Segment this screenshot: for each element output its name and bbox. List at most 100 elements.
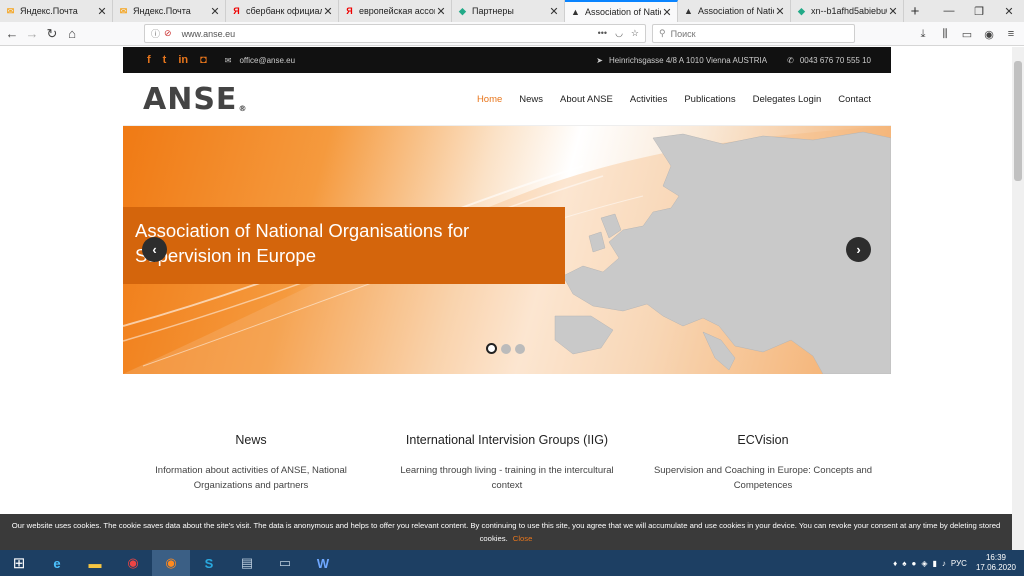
notepad-icon[interactable]: ▤ xyxy=(228,550,266,576)
close-icon[interactable]: ✕ xyxy=(887,5,899,18)
tab-6[interactable]: ▲ Association of Nation✕ xyxy=(678,0,791,22)
volume-icon[interactable]: ♪ xyxy=(942,559,946,568)
twitter-icon[interactable]: t xyxy=(163,54,167,66)
minimize-icon[interactable]: — xyxy=(934,0,964,22)
slider-dots xyxy=(486,343,525,354)
tray-app-icon[interactable]: ♠ xyxy=(902,559,906,568)
home-icon[interactable]: ⌂ xyxy=(62,24,82,44)
nav-delegates-login[interactable]: Delegates Login xyxy=(753,94,822,105)
slider-dot-3[interactable] xyxy=(515,343,525,354)
site-info-icon[interactable]: ⓘ xyxy=(151,27,160,40)
anse-logo[interactable]: ANSE ® xyxy=(143,82,247,117)
ie-icon[interactable]: e xyxy=(38,550,76,576)
pocket-icon[interactable]: ◡ xyxy=(615,28,623,39)
tab-1[interactable]: ✉ Яндекс.Почта ✕ xyxy=(113,0,226,22)
close-icon[interactable]: ✕ xyxy=(322,5,334,18)
maximize-icon[interactable]: ❐ xyxy=(964,0,994,22)
system-clock[interactable]: 16:39 17.06.2020 xyxy=(976,553,1016,573)
library-icon[interactable]: ⫼ xyxy=(936,24,954,44)
slider-next-button[interactable]: › xyxy=(846,237,871,262)
contact-phone: ✆ 0043 676 70 555 10 xyxy=(787,56,871,65)
reload-icon[interactable]: ↻ xyxy=(42,24,62,44)
nav-home[interactable]: Home xyxy=(477,94,502,105)
tab-4[interactable]: ◆ Партнеры ✕ xyxy=(452,0,565,22)
close-icon[interactable]: ✕ xyxy=(96,5,108,18)
close-window-icon[interactable]: ✕ xyxy=(994,0,1024,22)
tray-app-icon[interactable]: ♦ xyxy=(893,559,897,568)
search-input[interactable] xyxy=(670,28,831,39)
address-text: Heinrichsgasse 4/8 A 1010 Vienna AUSTRIA xyxy=(608,55,768,65)
feature-text: Supervision and Coaching in Europe: Conc… xyxy=(653,465,873,491)
network-icon[interactable]: ▮ xyxy=(933,559,937,568)
download-icon[interactable]: ⤓ xyxy=(914,24,932,44)
slider-prev-button[interactable]: ‹ xyxy=(142,237,167,262)
close-icon[interactable]: ✕ xyxy=(548,5,560,18)
phone-text: 0043 676 70 555 10 xyxy=(799,55,871,65)
yandex-mail-icon: ✉ xyxy=(6,5,15,16)
new-tab-button[interactable]: + xyxy=(904,0,926,22)
url-text[interactable]: www.anse.eu xyxy=(182,29,598,39)
facebook-icon[interactable]: f xyxy=(147,54,151,66)
nav-contact[interactable]: Contact xyxy=(838,94,871,105)
file-explorer-icon[interactable]: ▬ xyxy=(76,550,114,576)
cookie-close-link[interactable]: Close xyxy=(513,534,533,543)
word-icon[interactable]: W xyxy=(304,550,342,576)
tab-0[interactable]: ✉ Яндекс.Почта ✕ xyxy=(0,0,113,22)
close-icon[interactable]: ✕ xyxy=(209,5,221,18)
back-icon[interactable]: ← xyxy=(2,24,22,44)
tab-5[interactable]: ▲ Association of Nation✕ xyxy=(565,0,678,22)
nav-news[interactable]: News xyxy=(519,94,543,105)
firefox-icon[interactable]: ◉ xyxy=(152,550,190,576)
window-controls: — ❐ ✕ xyxy=(934,0,1024,22)
nav-publications[interactable]: Publications xyxy=(684,94,735,105)
clock-time: 16:39 xyxy=(985,553,1006,562)
linkedin-icon[interactable]: in xyxy=(178,54,188,66)
search-bar[interactable]: ⚲ xyxy=(652,24,855,43)
tab-label: европейская ассоци xyxy=(359,6,435,16)
sidebar-icon[interactable]: ▭ xyxy=(958,24,976,44)
window-app-icon[interactable]: ▭ xyxy=(266,550,304,576)
slider-dot-2[interactable] xyxy=(501,343,511,354)
page-actions-icon[interactable]: ••• xyxy=(598,28,607,39)
page-viewport: f t in ◘ ✉ office@anse.eu ➤ Heinrichsgas… xyxy=(0,47,1012,550)
chrome-icon[interactable]: ◉ xyxy=(114,550,152,576)
forward-icon[interactable]: → xyxy=(22,24,42,44)
tab-label: Партнеры xyxy=(472,6,514,16)
phone-icon: ✆ xyxy=(787,55,794,65)
site-header: ANSE ® Home News About ANSE Activities P… xyxy=(123,73,891,126)
tray-app-icon[interactable]: ◈ xyxy=(921,559,927,568)
registered-mark: ® xyxy=(238,103,248,113)
windows-taskbar: ⊞ e ▬ ◉ ◉ S ▤ ▭ W ♦ ♠ ● ◈ ▮ ♪ РУС 16:39 … xyxy=(0,550,1024,576)
address-bar[interactable]: ⓘ ⊘ www.anse.eu ••• ◡ ☆ xyxy=(144,24,646,43)
anse-icon: ▲ xyxy=(571,7,580,17)
feature-title[interactable]: News xyxy=(141,433,361,447)
skype-icon[interactable]: S xyxy=(190,550,228,576)
windows-start-icon[interactable]: ⊞ xyxy=(0,550,38,576)
close-icon[interactable]: ✕ xyxy=(661,6,673,19)
slider-dot-1[interactable] xyxy=(486,343,497,354)
scrollbar-thumb[interactable] xyxy=(1014,61,1022,181)
close-icon[interactable]: ✕ xyxy=(774,5,786,18)
feature-title[interactable]: ECVision xyxy=(653,433,873,447)
nav-activities[interactable]: Activities xyxy=(630,94,667,105)
page-scrollbar[interactable] xyxy=(1012,47,1024,550)
tab-7[interactable]: ◆ xn--b1afhd5abiebu0h✕ xyxy=(791,0,904,22)
instagram-icon[interactable]: ◘ xyxy=(200,54,207,66)
main-navigation: Home News About ANSE Activities Publicat… xyxy=(477,94,871,105)
tab-label: Яндекс.Почта xyxy=(133,6,191,16)
email-text[interactable]: office@anse.eu xyxy=(239,56,295,65)
account-icon[interactable]: ◉ xyxy=(980,24,998,44)
language-indicator[interactable]: РУС xyxy=(951,559,967,568)
feature-news: News Information about activities of ANS… xyxy=(123,433,379,493)
tab-2[interactable]: Ясбербанк официальн✕ xyxy=(226,0,339,22)
close-icon[interactable]: ✕ xyxy=(435,5,447,18)
tray-app-icon[interactable]: ● xyxy=(912,559,917,568)
bookmark-star-icon[interactable]: ☆ xyxy=(631,28,639,39)
feature-title[interactable]: International Intervision Groups (IIG) xyxy=(397,433,617,447)
tab-3[interactable]: Яевропейская ассоци✕ xyxy=(339,0,452,22)
contact-email[interactable]: ✉ office@anse.eu xyxy=(225,56,295,65)
menu-icon[interactable]: ≡ xyxy=(1002,24,1020,44)
feature-iig: International Intervision Groups (IIG) L… xyxy=(379,433,635,493)
nav-about[interactable]: About ANSE xyxy=(560,94,613,105)
insecure-icon[interactable]: ⊘ xyxy=(164,28,172,39)
